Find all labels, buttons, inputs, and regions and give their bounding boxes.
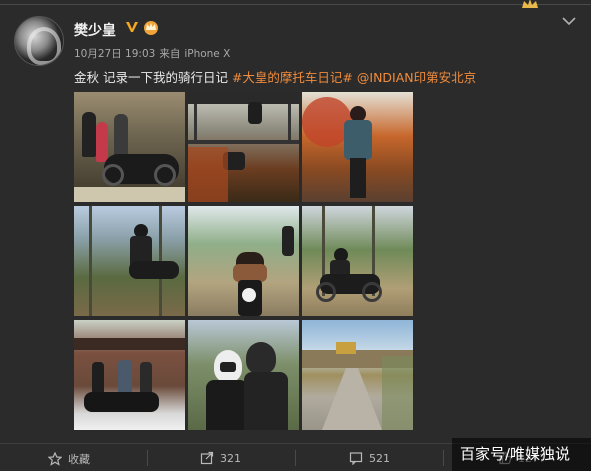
photo-grid [74, 92, 414, 433]
divider [443, 450, 444, 466]
post-date[interactable]: 10月27日 19:03 [74, 48, 155, 60]
comment-icon [349, 452, 363, 465]
crown-icon [522, 0, 538, 8]
username[interactable]: 樊少皇 [74, 20, 116, 40]
photo-motorcycle-closeup[interactable] [188, 206, 299, 316]
post-meta: 10月27日 19:03 来自 iPhone X [74, 46, 234, 61]
photo-great-wall-path[interactable] [302, 320, 413, 430]
photo-rider-forest[interactable] [74, 206, 185, 316]
share-count: 321 [220, 451, 241, 465]
weibo-post-card: 樊少皇 10月27日 19:03 来自 iPhone X 金秋 记录一下我的骑行日记… [0, 0, 591, 471]
watermark-overlay: 百家号/唯媒独说 [452, 438, 591, 471]
photo-helmet-selfie[interactable] [188, 320, 299, 430]
star-icon [48, 452, 62, 466]
divider [295, 450, 296, 466]
post-text-plain: 金秋 记录一下我的骑行日记 [74, 70, 232, 85]
photo-man-autumn-trees[interactable] [302, 92, 413, 202]
source-prefix: 来自 [159, 48, 181, 60]
mention-link[interactable]: @INDIAN印第安北京 [353, 70, 476, 85]
share-button[interactable]: 321 [200, 451, 241, 465]
crown-icon [144, 21, 158, 35]
favorite-button[interactable]: 收藏 [48, 451, 90, 467]
divider [147, 450, 148, 466]
favorite-label: 收藏 [68, 453, 90, 466]
divider [0, 4, 591, 5]
post-text: 金秋 记录一下我的骑行日记 #大皇的摩托车日记# @INDIAN印第安北京 [74, 67, 476, 86]
comment-count: 521 [369, 451, 390, 465]
photo-bridge-rider[interactable] [188, 92, 299, 202]
photo-rider-field[interactable] [302, 206, 413, 316]
hashtag-link[interactable]: #大皇的摩托车日记# [232, 70, 353, 85]
chevron-down-icon[interactable] [560, 14, 578, 28]
comment-button[interactable]: 521 [349, 451, 390, 465]
avatar[interactable] [14, 16, 64, 66]
photo-group-riders-motorcycle[interactable] [74, 92, 185, 202]
share-icon [200, 451, 214, 465]
photo-group-cabin[interactable] [74, 320, 185, 430]
watermark-text: 百家号/唯媒独说 [460, 445, 571, 463]
verified-icon [126, 22, 138, 32]
source-device: iPhone X [184, 48, 231, 60]
